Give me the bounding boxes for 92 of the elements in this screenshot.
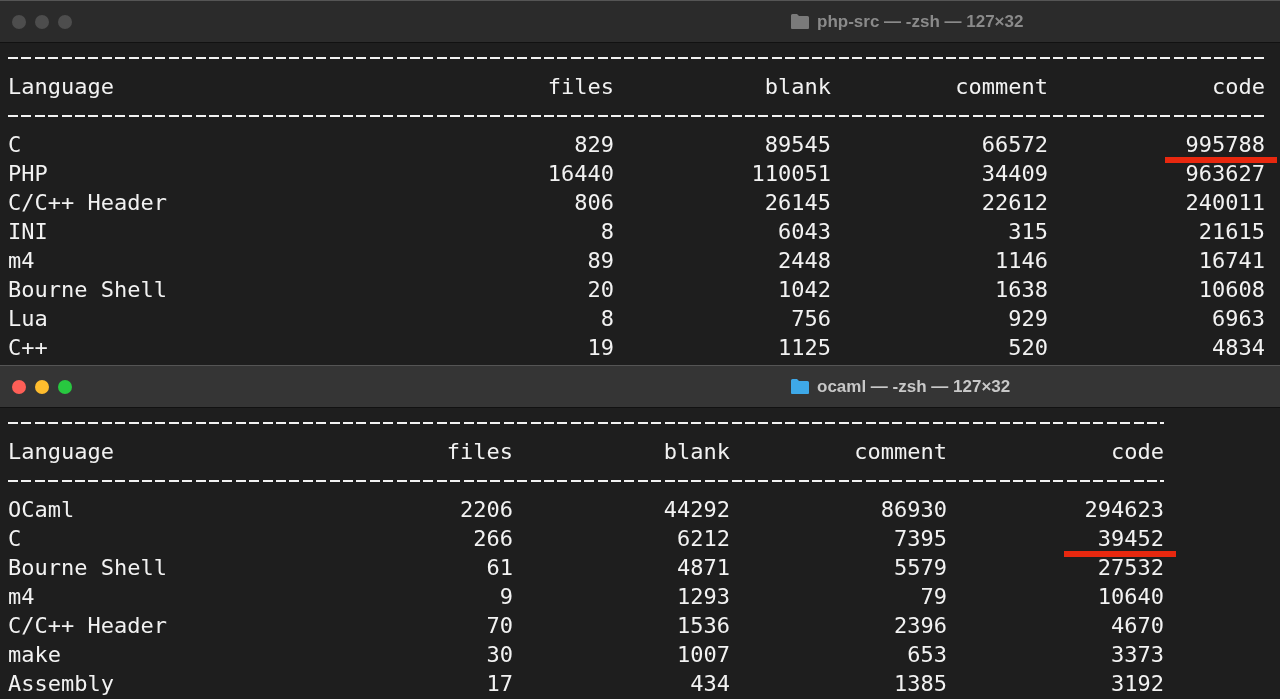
table-cell-text: 3373 — [1110, 641, 1164, 669]
table-cell-text: 240011 — [1184, 189, 1265, 217]
table-cell-text: 1536 — [676, 612, 730, 640]
column-header: files — [546, 73, 614, 101]
table-cell-text: 294623 — [1083, 496, 1164, 524]
column-header: comment — [853, 438, 947, 466]
table-cell-text: 61 — [485, 554, 513, 582]
table-cell-text: 34409 — [980, 160, 1048, 188]
table-cell-text: m4 — [8, 247, 36, 275]
table-cell-text: 6212 — [676, 525, 730, 553]
table-cell-text: 3192 — [1110, 670, 1164, 698]
table-cell-text: C++ — [8, 334, 49, 362]
window-title: php-src — -zsh — 127×32 — [817, 11, 1024, 32]
folder-icon — [790, 13, 810, 30]
table-cell-text: 22612 — [980, 189, 1048, 217]
window-title: ocaml — -zsh — 127×32 — [817, 376, 1011, 397]
table-cell-text: 2448 — [777, 247, 831, 275]
table-cell-text: 79 — [919, 583, 947, 611]
column-header: comment — [954, 73, 1048, 101]
table-cell-text: 9 — [498, 583, 513, 611]
table-cell-text: 89545 — [763, 131, 831, 159]
table-cell-text: 6963 — [1211, 305, 1265, 333]
table-cell-text: 6043 — [777, 218, 831, 246]
table-cell-text: 4834 — [1211, 334, 1265, 362]
table-cell-text: 86930 — [879, 496, 947, 524]
table-cell-text: 2206 — [459, 496, 513, 524]
column-header: code — [1110, 438, 1164, 466]
table-cell-text: 10608 — [1197, 276, 1265, 304]
table-cell-text: Lua — [8, 305, 49, 333]
table-cell-text: Assembly — [8, 670, 115, 698]
table-cell-text: C/C++ Header — [8, 612, 168, 640]
table-cell-text: 520 — [1007, 334, 1048, 362]
table-cell-text: 19 — [586, 334, 614, 362]
table-cell-text: 315 — [1007, 218, 1048, 246]
table-cell-text: 1042 — [777, 276, 831, 304]
table-cell-text: 2396 — [893, 612, 947, 640]
table-cell-text: 89 — [586, 247, 614, 275]
column-header: blank — [763, 73, 831, 101]
table-cell-text: 110051 — [750, 160, 831, 188]
table-cell-text: make — [8, 641, 62, 669]
table-cell-text: 4871 — [676, 554, 730, 582]
column-header: Language — [8, 438, 115, 466]
table-cell-text: 20 — [586, 276, 614, 304]
table-cell-text: PHP — [8, 160, 49, 188]
table-cell: 995788 — [1048, 130, 1265, 159]
table-cell-text: 266 — [472, 525, 513, 553]
table-cell-text: Bourne Shell — [8, 276, 168, 304]
table-cell-text: 30 — [485, 641, 513, 669]
table-cell-text: 27532 — [1096, 554, 1164, 582]
zoom-button[interactable] — [58, 379, 72, 394]
table-cell-text: 829 — [573, 131, 614, 159]
minimize-button[interactable] — [35, 379, 49, 394]
table-cell-text: C — [8, 131, 23, 159]
table-cell-text: 7395 — [893, 525, 947, 553]
table-cell-text: 653 — [906, 641, 947, 669]
table-cell-text: OCaml — [8, 496, 76, 524]
column-header: Language — [8, 73, 115, 101]
table-cell-text: 8 — [599, 218, 614, 246]
table-cell: 39452 — [947, 524, 1164, 553]
table-cell-text: 26145 — [763, 189, 831, 217]
column-header: code — [1211, 73, 1265, 101]
column-header: files — [445, 438, 513, 466]
table-cell-text: 929 — [1007, 305, 1048, 333]
table-cell-text: 963627 — [1184, 160, 1265, 188]
table-cell-text: 44292 — [662, 496, 730, 524]
table-cell-text: 756 — [790, 305, 831, 333]
table-cell-text: C/C++ Header — [8, 189, 168, 217]
table-cell-text: 66572 — [980, 131, 1048, 159]
table-cell-text: 16440 — [546, 160, 614, 188]
table-cell-text: 1007 — [676, 641, 730, 669]
table-cell-text: 1638 — [994, 276, 1048, 304]
table-cell-text: 1293 — [676, 583, 730, 611]
table-cell-text: m4 — [8, 583, 36, 611]
table-cell-text: Bourne Shell — [8, 554, 168, 582]
table-cell-text: 10640 — [1096, 583, 1164, 611]
table-cell-text: INI — [8, 218, 49, 246]
table-cell-text: 17 — [485, 670, 513, 698]
folder-icon — [790, 378, 810, 395]
table-cell-text: 8 — [599, 305, 614, 333]
table-cell-text: 806 — [573, 189, 614, 217]
table-cell-text: 16741 — [1197, 247, 1265, 275]
column-header: blank — [662, 438, 730, 466]
table-cell-text: 5579 — [893, 554, 947, 582]
table-cell-text: 1125 — [777, 334, 831, 362]
table-cell-text: 434 — [689, 670, 730, 698]
table-cell-text: 21615 — [1197, 218, 1265, 246]
close-button[interactable] — [12, 379, 26, 394]
table-cell-text: C — [8, 525, 23, 553]
table-cell-text: 1146 — [994, 247, 1048, 275]
table-cell-text: 70 — [485, 612, 513, 640]
table-cell-text: 4670 — [1110, 612, 1164, 640]
table-cell-text: 1385 — [893, 670, 947, 698]
